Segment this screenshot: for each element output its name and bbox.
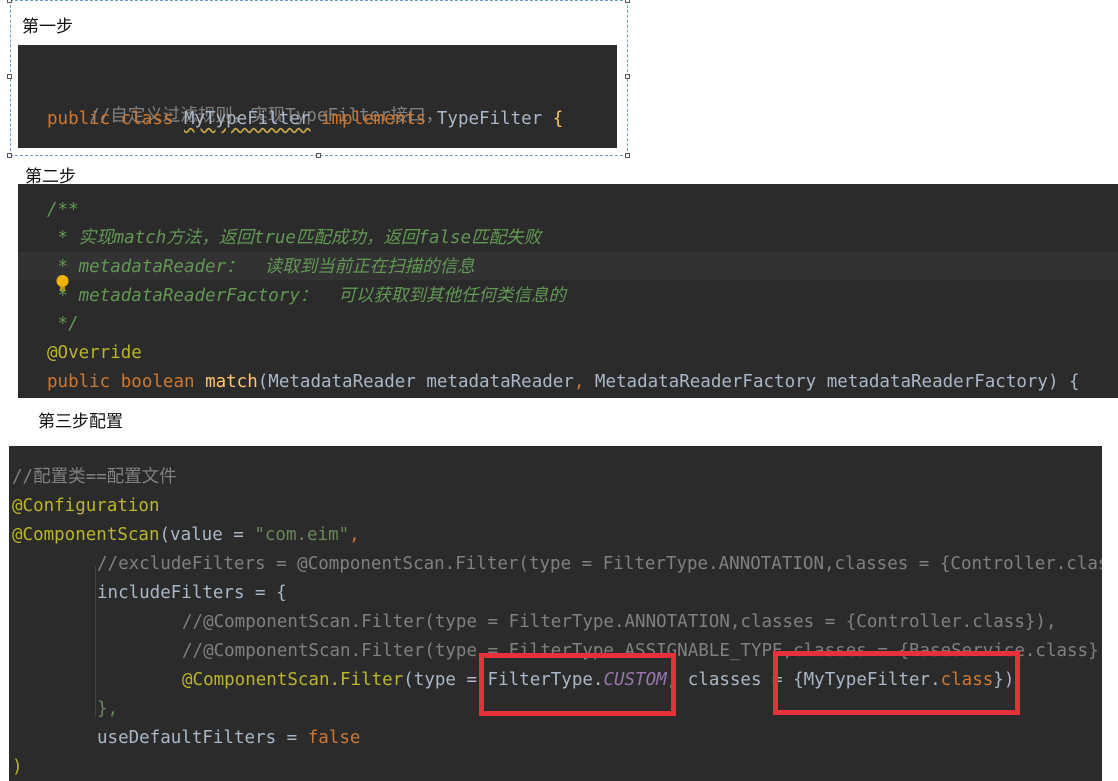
lightbulb-icon[interactable] (18, 254, 69, 291)
keyword: implements (320, 109, 427, 129)
override-annotation: @Override (47, 343, 142, 363)
code-comment: //@ComponentScan.Filter(type = FilterTyp… (182, 612, 1057, 632)
code-line: useDefaultFilters = false (97, 725, 360, 751)
comma: , (349, 525, 360, 545)
keyword: public (47, 109, 111, 129)
params: (MetadataReader metadataReader (257, 372, 574, 392)
resize-handle-ml[interactable] (7, 74, 12, 79)
step1-label: 第一步 (22, 17, 73, 37)
keyword: false (307, 728, 361, 748)
resize-handle-br[interactable] (625, 153, 630, 158)
value-string: "com.eim" (254, 525, 350, 545)
code-line: }, (97, 699, 119, 719)
method-signature: public boolean match(MetadataReader meta… (47, 369, 1080, 395)
code-comment: //配置类==配置文件 (12, 467, 177, 487)
default-key: useDefaultFilters = (97, 728, 308, 748)
step1-code-block: //自定义过滤规则，实现TypeFilter接口， public class M… (18, 45, 617, 148)
filter-annotation: @ComponentScan.Filter (182, 670, 404, 690)
doc-comment-line: * metadataReaderFactory： 可以获取到其他任何类信息的 (47, 286, 566, 306)
resize-handle-bm[interactable] (316, 153, 321, 158)
indent-guide (95, 608, 96, 708)
brace: { (552, 109, 564, 129)
doc-comment-line: */ (47, 314, 79, 334)
keyword: boolean (120, 372, 195, 392)
highlight-box-filtertype (479, 653, 676, 716)
comma: , (573, 372, 585, 392)
params: MetadataReaderFactory metadataReaderFact… (584, 372, 1080, 392)
code-comment: //excludeFilters = @ComponentScan.Filter… (97, 554, 1102, 574)
code-line: //自定义过滤规则，实现TypeFilter接口， (47, 77, 443, 126)
resize-handle-tr[interactable] (625, 0, 630, 3)
code-line: includeFilters = { (97, 583, 287, 603)
step3-label: 第三步配置 (38, 412, 123, 432)
doc-comment-line: * metadataReader： 读取到当前正在扫描的信息 (47, 257, 475, 277)
doc-comment-line: /** (47, 200, 79, 220)
resize-handle-tl[interactable] (7, 0, 12, 3)
code-line: public class MyTypeFilter implements Typ… (47, 106, 563, 132)
class-name: MyTypeFilter (184, 109, 311, 129)
interface-name: TypeFilter (436, 109, 543, 129)
resize-handle-mr[interactable] (625, 74, 630, 79)
value-key: (value = (159, 525, 255, 545)
keyword: public (47, 372, 111, 392)
method-name: match (205, 372, 258, 392)
doc-comment-line: * 实现match方法，返回true匹配成功，返回false匹配失败 (47, 228, 542, 248)
configuration-annotation: @Configuration (12, 496, 160, 516)
resize-handle-bl[interactable] (7, 153, 12, 158)
keyword: class (120, 109, 174, 129)
code-line: @ComponentScan(value = "com.eim", (12, 522, 360, 548)
componentscan-annotation: @ComponentScan (12, 525, 160, 545)
code-line: ) (12, 757, 23, 777)
highlight-box-mytypefilter (773, 651, 1020, 715)
step2-code-block: /** * 实现match方法，返回true匹配成功，返回false匹配失败 *… (18, 184, 1118, 398)
step3-code-block: //配置类==配置文件 @Configuration @ComponentSca… (9, 446, 1102, 781)
